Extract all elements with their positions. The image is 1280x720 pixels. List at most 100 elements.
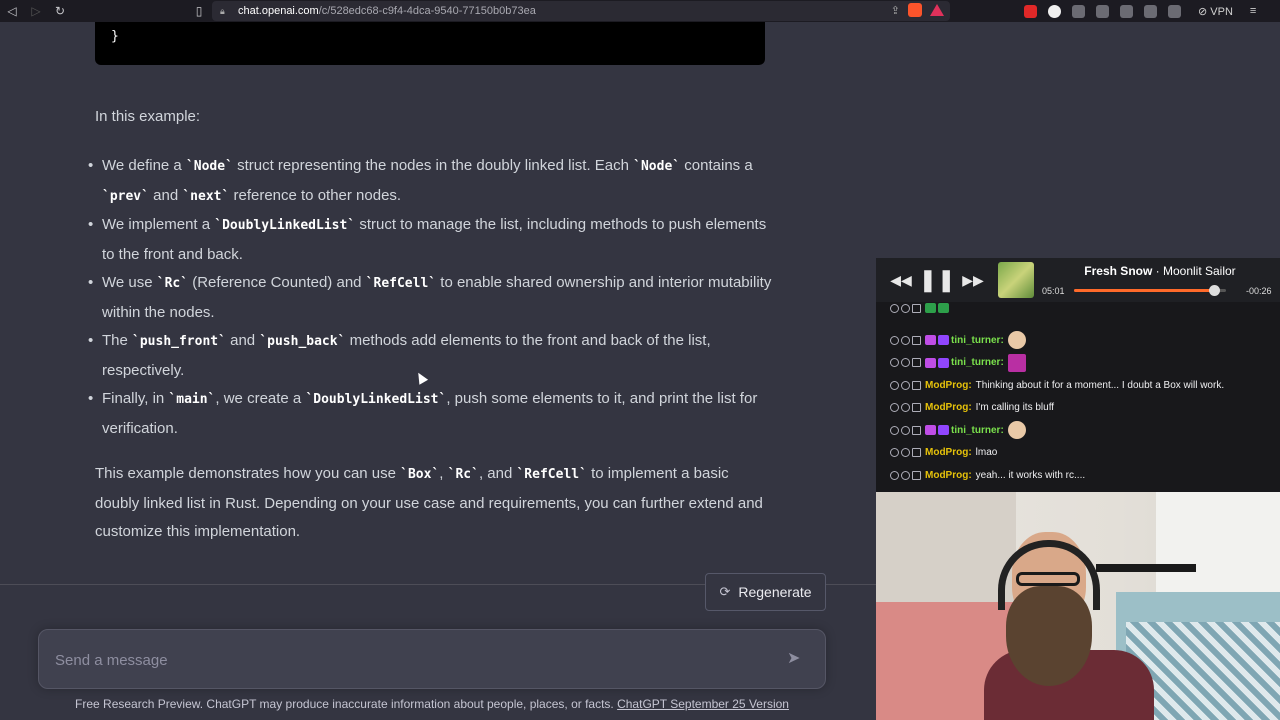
composer-area: ⟳ Regenerate ➤ Free Research Preview. Ch… — [0, 573, 876, 720]
mod-actions[interactable] — [890, 380, 921, 390]
brave-rewards-icon[interactable] — [930, 4, 944, 16]
brave-shield-icon[interactable] — [908, 3, 922, 17]
previous-track-icon[interactable]: ◀◀ — [884, 272, 918, 289]
badge-icon — [938, 303, 949, 313]
regenerate-label: Regenerate — [738, 584, 812, 600]
text-span: The — [102, 332, 133, 349]
next-track-icon[interactable]: ▶▶ — [956, 272, 990, 289]
emote-icon — [1007, 421, 1026, 439]
browser-toolbar: ◁ ▷ ↻ ▯ 🔒︎ chat.openai.com/c/528edc68-c9… — [0, 0, 1280, 22]
chat-message: ModProg: Thinking about it for a moment..… — [876, 375, 1280, 395]
subscriber-badge-icon — [938, 335, 949, 345]
lock-icon: 🔒︎ — [220, 6, 225, 16]
message-box: ➤ — [38, 629, 826, 689]
subscriber-badge-icon — [938, 357, 949, 368]
chat-text: I'm calling its bluff — [975, 402, 1055, 413]
headphones-icon — [998, 540, 1100, 610]
text-span: Finally, in — [102, 390, 169, 407]
inline-code: `prev` — [102, 188, 149, 204]
inline-code: `next` — [182, 188, 230, 204]
music-player: ◀◀ ❚❚ ▶▶ Fresh Snow · Moonlit Sailor 05:… — [876, 258, 1280, 302]
chat-username[interactable]: tini_turner: — [951, 335, 1004, 346]
mod-actions[interactable] — [890, 303, 921, 313]
progress-fill — [1074, 289, 1214, 292]
inline-code: `RefCell` — [365, 276, 437, 291]
streamer — [984, 532, 1154, 720]
bullet-item: We define a `Node` struct representing t… — [88, 152, 778, 211]
inline-code: `Node` — [633, 159, 681, 174]
chat-thread: } In this example: We define a `Node` st… — [0, 22, 876, 584]
remaining-time: -00:26 — [1246, 286, 1272, 296]
bookmark-icon[interactable]: ▯ — [187, 0, 211, 22]
webcam-feed — [876, 492, 1280, 720]
chat-message: ModProg: yeah... it works with rc.... — [876, 465, 1280, 485]
mod-actions[interactable] — [890, 335, 921, 345]
chat-username[interactable]: ModProg: — [925, 402, 972, 413]
wallet-icon[interactable] — [1168, 4, 1181, 18]
regenerate-button[interactable]: ⟳ Regenerate — [705, 573, 826, 611]
text-span: This example demonstrates how you can us… — [95, 465, 401, 482]
progress-knob[interactable] — [1208, 285, 1220, 296]
progress-bar[interactable] — [1074, 285, 1226, 296]
mod-actions[interactable] — [890, 425, 921, 435]
bullet-item: Finally, in `main`, we create a `DoublyL… — [88, 385, 778, 443]
chat-username[interactable]: ModProg: — [925, 380, 972, 391]
heart-badge-icon — [925, 425, 936, 435]
bullet-item: We implement a `DoublyLinkedList` struct… — [88, 211, 778, 269]
bullet-item: The `push_front` and `push_back` methods… — [88, 327, 778, 385]
pause-icon[interactable]: ❚❚ — [918, 267, 956, 293]
mod-actions[interactable] — [890, 358, 921, 367]
track-separator: · — [1152, 264, 1163, 278]
sidebar-icon[interactable] — [1144, 4, 1157, 18]
reload-icon[interactable]: ↻ — [48, 0, 72, 22]
code-line: } — [111, 29, 119, 44]
chat-text: lmao — [975, 447, 998, 458]
text-span: , and — [478, 465, 517, 482]
inline-code: `DoublyLinkedList` — [214, 218, 356, 233]
response-conclusion: This example demonstrates how you can us… — [95, 460, 775, 547]
chat-message: ModProg: I'm calling its bluff — [876, 398, 1280, 418]
text-span: reference to other nodes. — [229, 186, 402, 204]
extension-icon[interactable] — [1096, 4, 1109, 18]
chat-username[interactable]: tini_turner: — [951, 357, 1004, 368]
menu-icon[interactable]: ≡ — [1250, 5, 1256, 17]
address-bar[interactable]: 🔒︎ chat.openai.com/c/528edc68-c9f4-4dca-… — [212, 1, 950, 21]
text-span: and — [225, 332, 260, 349]
puzzle-icon[interactable] — [1120, 4, 1133, 18]
mod-actions[interactable] — [890, 403, 921, 412]
text-span: (Reference Counted) and — [188, 274, 366, 291]
forward-icon[interactable]: ▷ — [24, 0, 48, 22]
code-block: } — [95, 22, 765, 65]
text-span: We use — [102, 274, 157, 291]
text-span: struct representing the nodes in the dou… — [232, 157, 634, 174]
chat-username[interactable]: ModProg: — [925, 447, 972, 458]
inline-code: `main` — [168, 392, 216, 407]
send-icon[interactable]: ➤ — [787, 650, 805, 668]
extension-icon[interactable] — [1024, 4, 1037, 18]
album-art — [998, 262, 1034, 298]
paw-icon[interactable] — [1072, 4, 1085, 18]
chat-username[interactable]: tini_turner: — [951, 425, 1004, 436]
heart-badge-icon — [925, 357, 936, 368]
text-span: We implement a — [102, 216, 215, 233]
chat-username[interactable]: ModProg: — [925, 470, 972, 481]
track-artist: Fresh Snow — [1084, 264, 1153, 278]
text-span: , we create a — [215, 390, 306, 407]
chat-row-partial — [876, 302, 1280, 318]
subscriber-badge-icon — [938, 425, 949, 435]
elapsed-time: 05:01 — [1042, 286, 1065, 296]
vpn-button[interactable]: ⊘ VPN — [1198, 5, 1233, 18]
message-input[interactable] — [55, 648, 755, 672]
mod-actions[interactable] — [890, 470, 921, 480]
extension-icon[interactable] — [1048, 4, 1061, 18]
mod-actions[interactable] — [890, 448, 921, 457]
now-playing: Fresh Snow · Moonlit Sailor — [1044, 264, 1276, 278]
back-icon[interactable]: ◁ — [0, 0, 24, 22]
stream-chat: tini_turner: tini_turner: ModProg: Thinking… — [876, 302, 1280, 492]
version-link[interactable]: ChatGPT September 25 Version — [617, 697, 789, 711]
inline-code: `Node` — [185, 159, 233, 174]
inline-code: `Box` — [400, 467, 440, 482]
share-icon[interactable]: ⇪ — [891, 4, 900, 17]
footer-disclaimer: Free Research Preview. ChatGPT may produ… — [0, 697, 864, 711]
chat-message: tini_turner: — [876, 353, 1280, 373]
